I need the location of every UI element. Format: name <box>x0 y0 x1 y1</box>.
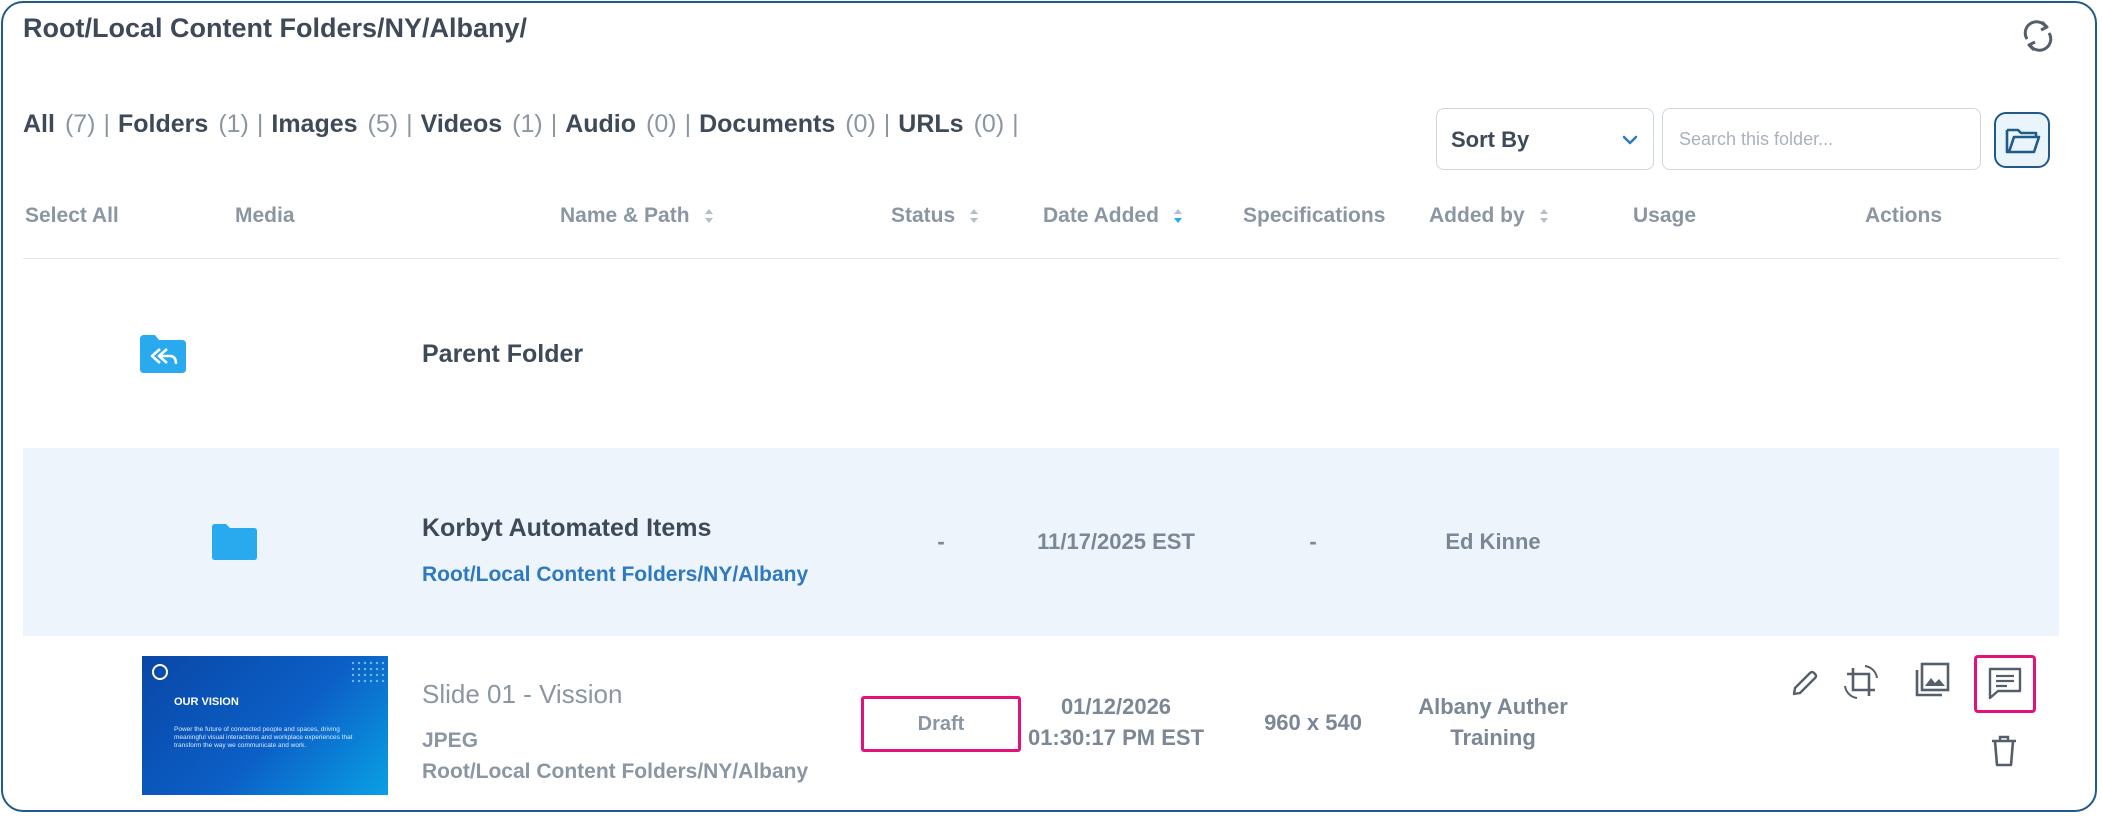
folder-specifications: - <box>1309 529 1317 554</box>
parent-folder-row[interactable] <box>23 259 2059 447</box>
folder-path-link[interactable]: Root/Local Content Folders/NY/Albany <box>422 563 808 587</box>
select-all-header[interactable]: Select All <box>25 204 119 228</box>
date-added-label: Date Added <box>1043 204 1159 227</box>
logo-icon <box>152 664 168 680</box>
pencil-icon <box>1792 670 1818 696</box>
media-name[interactable]: Slide 01 - Vission <box>422 679 622 710</box>
delete-button[interactable] <box>1984 731 2024 771</box>
filter-all[interactable]: All (7) <box>23 110 96 138</box>
sort-desc-icon <box>1173 209 1182 224</box>
filter-urls[interactable]: URLs (0) <box>898 110 1004 138</box>
folder-icon <box>212 524 257 560</box>
comments-button[interactable] <box>1974 655 2036 713</box>
media-added-by-line2: Training <box>1450 725 1536 750</box>
gallery-icon <box>1915 662 1950 697</box>
media-thumbnail[interactable]: OUR VISION Power the future of connected… <box>142 656 388 795</box>
status-label: Status <box>891 204 956 227</box>
status-badge: Draft <box>861 696 1021 752</box>
parent-folder-icon <box>140 335 186 373</box>
filter-audio[interactable]: Audio (0) <box>565 110 676 138</box>
refresh-button[interactable] <box>2019 17 2057 55</box>
crop-icon <box>1844 665 1878 699</box>
search-input[interactable] <box>1662 108 1981 170</box>
filter-documents[interactable]: Documents (0) <box>699 110 876 138</box>
status-header[interactable]: Status <box>891 204 979 228</box>
sort-icon <box>704 209 713 224</box>
name-path-label: Name & Path <box>560 204 690 227</box>
edit-button[interactable] <box>1784 663 1824 703</box>
thumbnail-title: OUR VISION <box>174 696 239 708</box>
filter-folders[interactable]: Folders (1) <box>118 110 249 138</box>
crop-button[interactable] <box>1841 662 1881 702</box>
specifications-header: Specifications <box>1243 204 1386 227</box>
refresh-icon <box>2023 20 2053 52</box>
trash-icon <box>1992 735 2016 767</box>
name-path-header[interactable]: Name & Path <box>560 204 714 228</box>
chevron-down-icon <box>1622 135 1638 145</box>
dot-pattern <box>350 660 384 686</box>
comment-icon <box>1988 667 2022 700</box>
folder-name[interactable]: Korbyt Automated Items <box>422 514 711 543</box>
filter-videos[interactable]: Videos (1) <box>421 110 543 138</box>
folder-added-by: Ed Kinne <box>1445 529 1541 554</box>
media-added-by-line1: Albany Auther <box>1418 694 1568 719</box>
actions-header: Actions <box>1865 204 1943 227</box>
sort-icon <box>1539 209 1548 224</box>
type-filter-bar: All (7) | Folders (1) | Images (5) | Videos (1) | Au… <box>23 110 1019 138</box>
media-time: 01:30:17 PM EST <box>1027 725 1205 750</box>
replace-image-button[interactable] <box>1912 660 1952 700</box>
sort-by-select[interactable]: Sort By <box>1436 108 1654 170</box>
sort-by-label: Sort By <box>1451 127 1530 152</box>
media-specifications: 960 x 540 <box>1264 710 1362 735</box>
filter-images[interactable]: Images (5) <box>271 110 398 138</box>
thumbnail-text: Power the future of connected people and… <box>174 726 353 749</box>
media-header: Media <box>235 204 295 227</box>
folder-status: - <box>937 529 945 554</box>
usage-header: Usage <box>1633 204 1697 227</box>
date-added-header[interactable]: Date Added <box>1043 204 1183 228</box>
parent-folder-label[interactable]: Parent Folder <box>422 340 583 369</box>
open-folder-button[interactable] <box>1994 112 2050 168</box>
added-by-label: Added by <box>1429 204 1525 227</box>
media-date: 01/12/2026 <box>1060 694 1172 719</box>
media-library-panel: Root/Local Content Folders/NY/Albany/ Al… <box>1 1 2097 812</box>
added-by-header[interactable]: Added by <box>1429 204 1549 228</box>
folder-open-icon <box>2005 128 2041 154</box>
sort-icon <box>970 209 979 224</box>
media-path: Root/Local Content Folders/NY/Albany <box>422 760 809 783</box>
page-title: Root/Local Content Folders/NY/Albany/ <box>23 13 528 43</box>
media-type: JPEG <box>422 729 479 752</box>
folder-date-added: 11/17/2025 EST <box>1037 529 1195 554</box>
